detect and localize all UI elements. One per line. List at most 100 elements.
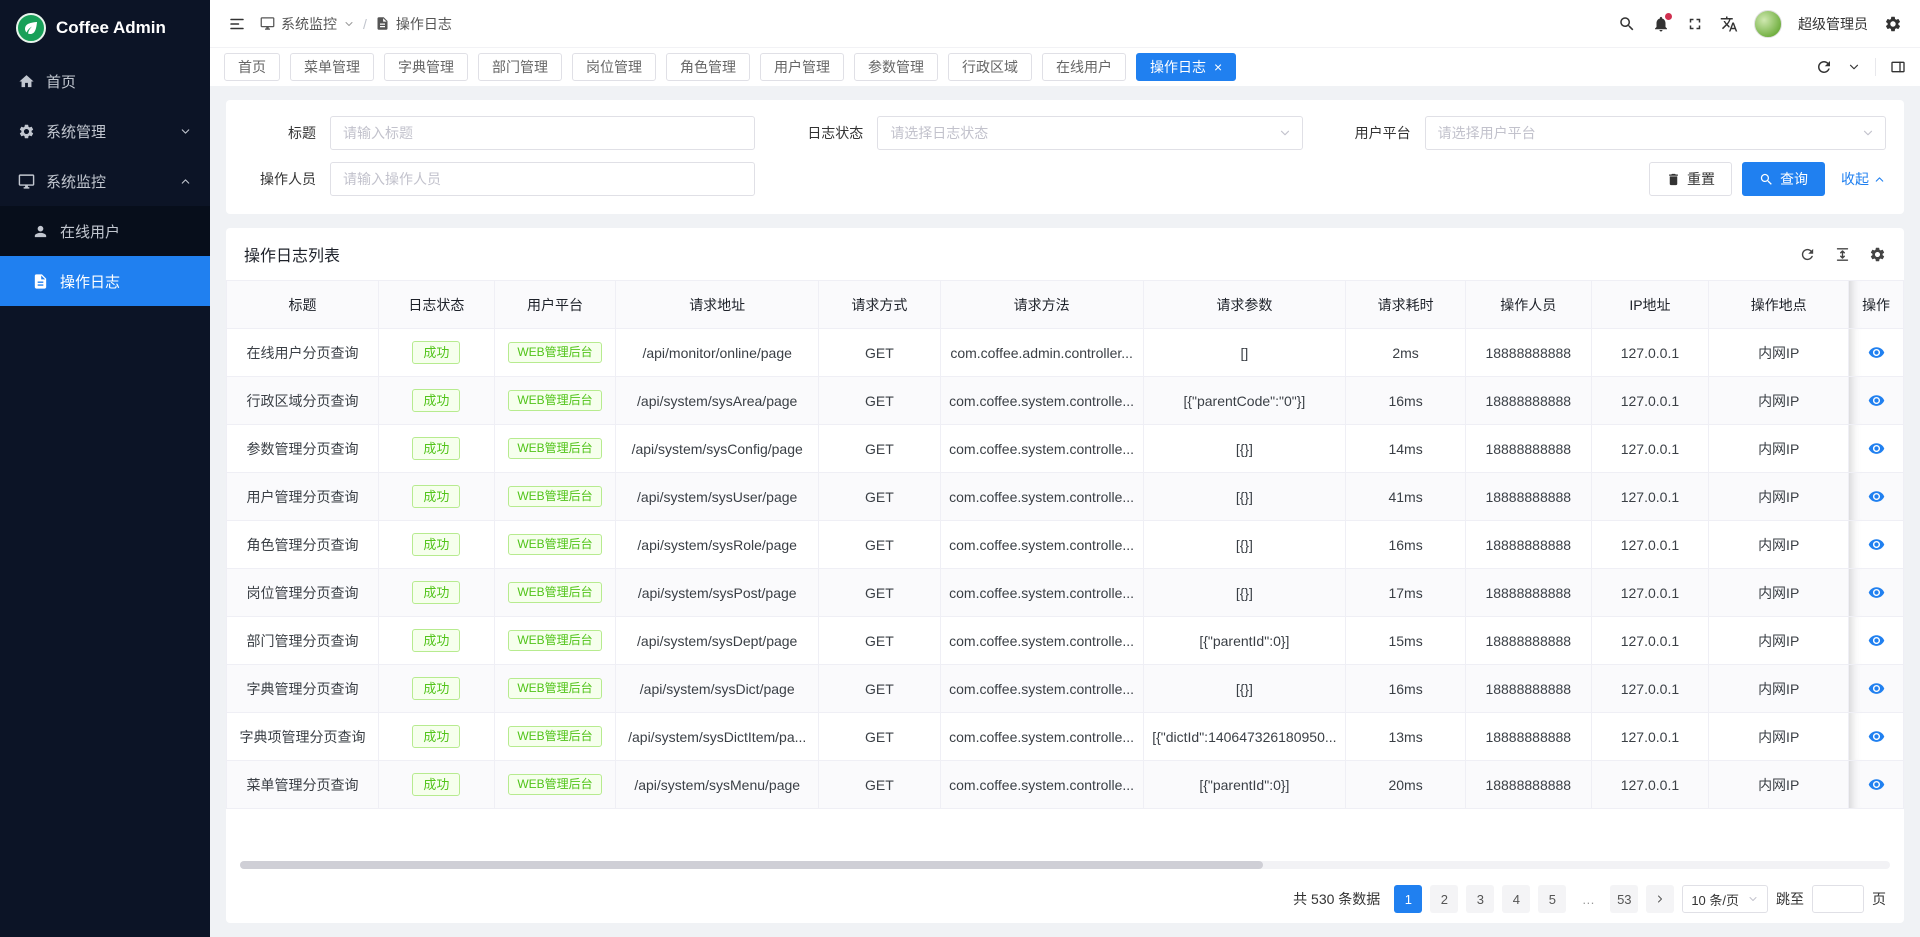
tab[interactable]: 在线用户: [1042, 53, 1126, 81]
breadcrumb-item-monitor[interactable]: 系统监控: [260, 14, 355, 34]
operator-input[interactable]: [330, 162, 755, 196]
refresh-icon[interactable]: [1799, 246, 1816, 263]
sidebar-item-operation-log[interactable]: 操作日志: [0, 256, 210, 306]
breadcrumb-item-operation-log: 操作日志: [375, 14, 452, 34]
settings-gear-icon[interactable]: [1884, 15, 1902, 33]
cell-clazz: com.coffee.system.controlle...: [940, 713, 1143, 761]
trash-icon: [1666, 172, 1681, 187]
chevron-down-icon: [343, 18, 355, 30]
cell-time: 16ms: [1346, 521, 1466, 569]
query-button[interactable]: 查询: [1742, 162, 1825, 196]
tab[interactable]: 行政区域: [948, 53, 1032, 81]
page-button[interactable]: 2: [1430, 885, 1458, 913]
view-detail-icon[interactable]: [1868, 680, 1885, 697]
tab[interactable]: 首页: [224, 53, 280, 81]
horizontal-scrollbar-thumb[interactable]: [240, 861, 1263, 869]
sidebar-item-system-management[interactable]: 系统管理: [0, 106, 210, 156]
translate-icon[interactable]: [1720, 15, 1738, 33]
tab[interactable]: 岗位管理: [572, 53, 656, 81]
status-select[interactable]: 请选择日志状态: [877, 116, 1302, 150]
view-detail-icon[interactable]: [1868, 488, 1885, 505]
tab[interactable]: 角色管理: [666, 53, 750, 81]
view-detail-icon[interactable]: [1868, 440, 1885, 457]
collapse-link-label: 收起: [1841, 169, 1869, 189]
tab-close-icon[interactable]: ×: [1214, 60, 1222, 74]
notification-bell-icon[interactable]: [1652, 15, 1670, 33]
cell-ip: 127.0.0.1: [1591, 617, 1709, 665]
app-root: Coffee Admin 首页 系统管理 系统监控 在线用户: [0, 0, 1920, 937]
table-row: 参数管理分页查询成功WEB管理后台/api/system/sysConfig/p…: [227, 425, 1904, 473]
page-button[interactable]: 4: [1502, 885, 1530, 913]
cell-url: /api/system/sysDict/page: [616, 665, 819, 713]
view-detail-icon[interactable]: [1868, 344, 1885, 361]
page-size-label: 10 条/页: [1691, 890, 1739, 909]
sidebar-item-home[interactable]: 首页: [0, 56, 210, 106]
title-input[interactable]: [330, 116, 755, 150]
column-header: 日志状态: [379, 281, 495, 329]
monitor-icon: [18, 173, 35, 190]
reset-button[interactable]: 重置: [1649, 162, 1732, 196]
tab[interactable]: 部门管理: [478, 53, 562, 81]
page-button[interactable]: 5: [1538, 885, 1566, 913]
tab[interactable]: 参数管理: [854, 53, 938, 81]
page-button[interactable]: 53: [1610, 885, 1638, 913]
cell-ip: 127.0.0.1: [1591, 761, 1709, 809]
column-header: 用户平台: [494, 281, 616, 329]
table-row: 用户管理分页查询成功WEB管理后台/api/system/sysUser/pag…: [227, 473, 1904, 521]
cell-method: GET: [819, 329, 941, 377]
cell-platform: WEB管理后台: [494, 329, 616, 377]
cell-action: [1849, 617, 1904, 665]
view-detail-icon[interactable]: [1868, 776, 1885, 793]
cell-status: 成功: [379, 473, 495, 521]
tab[interactable]: 字典管理: [384, 53, 468, 81]
sidebar-item-online-users[interactable]: 在线用户: [0, 206, 210, 256]
log-list-header: 操作日志列表: [226, 228, 1904, 280]
main-area: 系统监控 / 操作日志: [210, 0, 1920, 937]
jump-page-input[interactable]: [1812, 885, 1864, 913]
tab[interactable]: 菜单管理: [290, 53, 374, 81]
layout-panel-icon[interactable]: [1890, 59, 1906, 75]
sidebar-menu: 首页 系统管理 系统监控 在线用户 操作日志: [0, 56, 210, 937]
view-detail-icon[interactable]: [1868, 584, 1885, 601]
view-detail-icon[interactable]: [1868, 392, 1885, 409]
user-avatar[interactable]: [1754, 10, 1782, 38]
logo: Coffee Admin: [0, 0, 210, 56]
table-row: 字典管理分页查询成功WEB管理后台/api/system/sysDict/pag…: [227, 665, 1904, 713]
next-page-button[interactable]: [1646, 885, 1674, 913]
cell-clazz: com.coffee.system.controlle...: [940, 569, 1143, 617]
tab-options-chevron-icon[interactable]: [1847, 60, 1861, 74]
status-tag: 成功: [412, 581, 460, 605]
tab-label: 参数管理: [868, 57, 924, 77]
status-tag: 成功: [412, 533, 460, 557]
cell-title: 岗位管理分页查询: [227, 569, 379, 617]
cell-operator: 18888888888: [1465, 473, 1591, 521]
cell-ip: 127.0.0.1: [1591, 425, 1709, 473]
search-icon[interactable]: [1618, 15, 1636, 33]
platform-select[interactable]: 请选择用户平台: [1425, 116, 1886, 150]
pagination-total: 共 530 条数据: [1293, 889, 1380, 909]
cell-ip: 127.0.0.1: [1591, 665, 1709, 713]
page-button[interactable]: 3: [1466, 885, 1494, 913]
view-detail-icon[interactable]: [1868, 536, 1885, 553]
collapse-link[interactable]: 收起: [1841, 169, 1886, 189]
fullscreen-icon[interactable]: [1686, 15, 1704, 33]
column-height-icon[interactable]: [1834, 246, 1851, 263]
view-detail-icon[interactable]: [1868, 728, 1885, 745]
menu-collapse-icon[interactable]: [228, 15, 246, 33]
tab-active[interactable]: 操作日志×: [1136, 53, 1236, 81]
cell-url: /api/system/sysDept/page: [616, 617, 819, 665]
cell-params: [{"parentCode":"0"}]: [1143, 377, 1346, 425]
jump-suffix: 页: [1872, 889, 1886, 909]
cell-operator: 18888888888: [1465, 521, 1591, 569]
view-detail-icon[interactable]: [1868, 632, 1885, 649]
page-button-active[interactable]: 1: [1394, 885, 1422, 913]
settings-gear-icon[interactable]: [1869, 246, 1886, 263]
sidebar-item-system-monitor[interactable]: 系统监控: [0, 156, 210, 206]
cell-params: [{"parentId":0}]: [1143, 617, 1346, 665]
page-size-select[interactable]: 10 条/页: [1682, 885, 1768, 913]
tab-label: 行政区域: [962, 57, 1018, 77]
tab[interactable]: 用户管理: [760, 53, 844, 81]
cell-method: GET: [819, 617, 941, 665]
refresh-icon[interactable]: [1815, 58, 1833, 76]
cell-url: /api/monitor/online/page: [616, 329, 819, 377]
